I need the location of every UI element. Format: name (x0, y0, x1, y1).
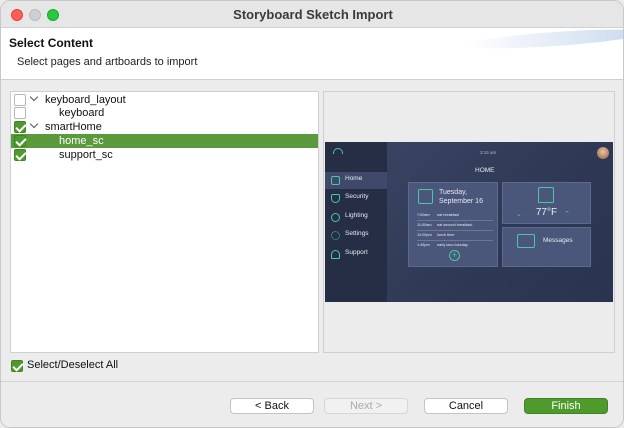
preview-clock: 3:15 am (480, 150, 497, 155)
checkbox-keyboard-layout[interactable] (14, 94, 26, 106)
preview-nav-lighting: Lighting (325, 209, 387, 226)
tree-row-support-sc[interactable]: support_sc (11, 148, 318, 162)
chat-bubble-icon (517, 234, 535, 248)
select-all-checkbox[interactable] (11, 360, 23, 372)
thermostat-house-icon (538, 187, 554, 203)
tree-label: home_sc (59, 135, 104, 147)
gear-icon (331, 231, 340, 240)
preview-date: Tuesday, September 16 (439, 188, 483, 206)
checkbox-keyboard[interactable] (14, 107, 26, 119)
tree-label: smartHome (45, 121, 102, 133)
preview-nav-settings: Settings (325, 227, 387, 244)
preview-nav-label: Settings (345, 230, 369, 237)
artboard-preview-image: Home Security Lighting Settings Support (325, 142, 613, 302)
preview-temperature: 77°F (535, 207, 558, 218)
preview-divider (417, 240, 493, 241)
wifi-icon (333, 148, 343, 154)
tree-row-smarthome[interactable]: smartHome (11, 120, 318, 134)
preview-thermostat-card: ⌄ 77°F ⌃ (502, 182, 591, 224)
chevron-down-icon[interactable] (30, 122, 38, 130)
back-button[interactable]: < Back (230, 398, 314, 414)
page-description: Select pages and artboards to import (17, 56, 198, 68)
preview-nav-label: Security (345, 193, 369, 200)
preview-nav-label: Lighting (345, 212, 368, 219)
preview-day: Tuesday, (439, 189, 468, 196)
plus-icon: + (449, 250, 460, 261)
preview-event: 11:00am eat second breakfast (417, 223, 473, 227)
preview-sidebar: Home Security Lighting Settings Support (325, 142, 387, 302)
select-all-label[interactable]: Select/Deselect All (27, 359, 118, 371)
checkbox-home-sc[interactable] (14, 135, 26, 147)
page-title: Select Content (9, 36, 94, 50)
checkbox-smarthome[interactable] (14, 121, 26, 133)
calendar-icon (418, 189, 433, 204)
next-button[interactable]: Next > (324, 398, 408, 414)
preview-event: 1:45pm early taco tuesday (417, 243, 468, 247)
preview-event: 12:00pm lunch time (417, 233, 455, 237)
tree-label: keyboard_layout (45, 94, 126, 106)
bulb-icon (331, 213, 340, 222)
house-icon (331, 176, 340, 185)
finish-button[interactable]: Finish (524, 398, 608, 414)
cancel-button[interactable]: Cancel (424, 398, 508, 414)
preview-nav-label: Support (345, 249, 368, 256)
headset-icon (331, 250, 340, 259)
preview-messages-label: Messages (543, 237, 573, 244)
tree-row-home-sc[interactable]: home_sc (11, 134, 318, 148)
preview-nav-security: Security (325, 190, 387, 207)
preview-nav-home: Home (325, 172, 387, 189)
tree-row-keyboard-layout[interactable]: keyboard_layout (11, 93, 318, 107)
preview-calendar-card: Tuesday, September 16 7:00am eat breakfas… (408, 182, 498, 267)
preview-nav-support: Support (325, 246, 387, 263)
content-tree[interactable]: keyboard_layout keyboard smartHome home_… (10, 91, 319, 353)
wizard-header: Select Content Select pages and artboard… (1, 28, 623, 80)
tree-label: keyboard (59, 107, 105, 119)
avatar (597, 147, 609, 159)
preview-page-title: HOME (475, 167, 495, 174)
chevron-up-icon: ⌃ (564, 211, 570, 218)
window-title: Storyboard Sketch Import (233, 7, 393, 22)
tree-row-keyboard[interactable]: keyboard (11, 106, 318, 120)
shield-icon (331, 194, 340, 203)
preview-date-text: September 16 (439, 198, 483, 205)
preview-divider (417, 220, 493, 221)
tree-label: support_sc (59, 149, 113, 161)
chevron-down-icon[interactable] (30, 95, 38, 103)
preview-event: 7:00am eat breakfast (417, 213, 459, 217)
wizard-button-bar: < Back Next > Cancel Finish (1, 381, 623, 427)
preview-messages-card: Messages (502, 227, 591, 267)
artboard-preview-pane: Home Security Lighting Settings Support (323, 91, 615, 353)
dialog-window: Storyboard Sketch Import Select Content … (0, 0, 624, 428)
preview-divider (417, 230, 493, 231)
title-bar: Storyboard Sketch Import (1, 1, 623, 28)
header-banner-graphic (464, 28, 623, 53)
checkbox-support-sc[interactable] (14, 149, 26, 161)
preview-nav-label: Home (345, 175, 363, 182)
